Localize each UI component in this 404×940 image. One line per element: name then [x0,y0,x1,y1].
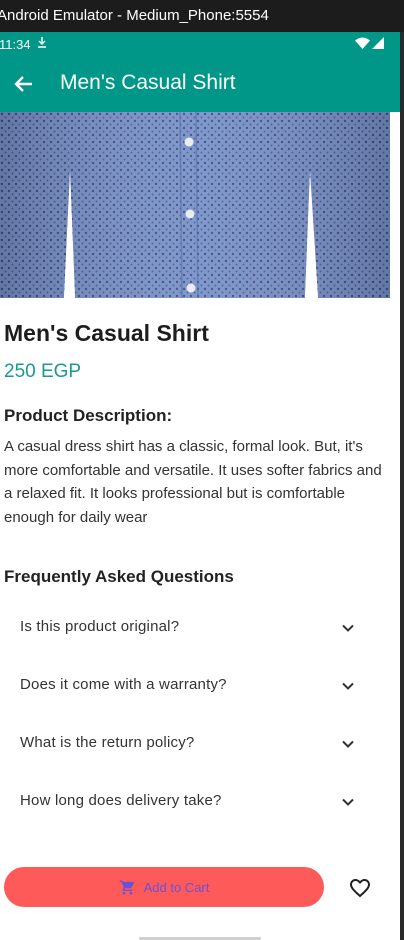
shopping-cart-icon [119,879,134,895]
faq-question: Is this product original? [20,618,180,635]
favorite-button[interactable] [345,873,375,903]
status-time: 11:34 [0,37,31,52]
faq-item[interactable]: How long does delivery take? [0,773,400,831]
wifi-icon [355,37,370,49]
chevron-down-icon [342,624,354,632]
faq-question: What is the return policy? [20,734,195,751]
product-title: Men's Casual Shirt [4,320,209,346]
phone-screen: 11:34 Men's Casual Shirt Men's Casual Sh… [0,32,400,940]
emulator-title: Android Emulator - Medium_Phone:5554 [0,7,269,24]
page-title: Men's Casual Shirt [60,71,236,94]
chevron-down-icon [342,682,354,690]
download-icon [38,37,46,51]
product-price: 250 EGP [4,361,82,382]
signal-icon [372,37,384,49]
product-image [0,112,390,298]
window-edge [400,32,404,940]
chevron-down-icon [342,798,354,806]
faq-item[interactable]: Is this product original? [0,599,400,657]
heart-outline-icon [350,879,370,898]
faq-item[interactable]: Does it come with a warranty? [0,657,400,715]
back-button[interactable] [4,64,44,104]
app-bar: Men's Casual Shirt [0,56,400,112]
status-bar: 11:34 [0,32,400,56]
emulator-title-bar: Android Emulator - Medium_Phone:5554 [0,0,404,32]
status-icons [355,37,384,49]
faq-item[interactable]: What is the return policy? [0,715,400,773]
add-to-cart-label: Add to Cart [143,879,210,895]
chevron-down-icon [342,740,354,748]
faq-heading: Frequently Asked Questions [4,567,234,586]
description-heading: Product Description: [4,406,173,425]
faq-question: How long does delivery take? [20,792,222,809]
add-to-cart-button[interactable]: Add to Cart [4,867,324,907]
arrow-back-icon [14,76,32,92]
product-description: A casual dress shirt has a classic, form… [4,438,382,526]
faq-question: Does it come with a warranty? [20,676,227,693]
